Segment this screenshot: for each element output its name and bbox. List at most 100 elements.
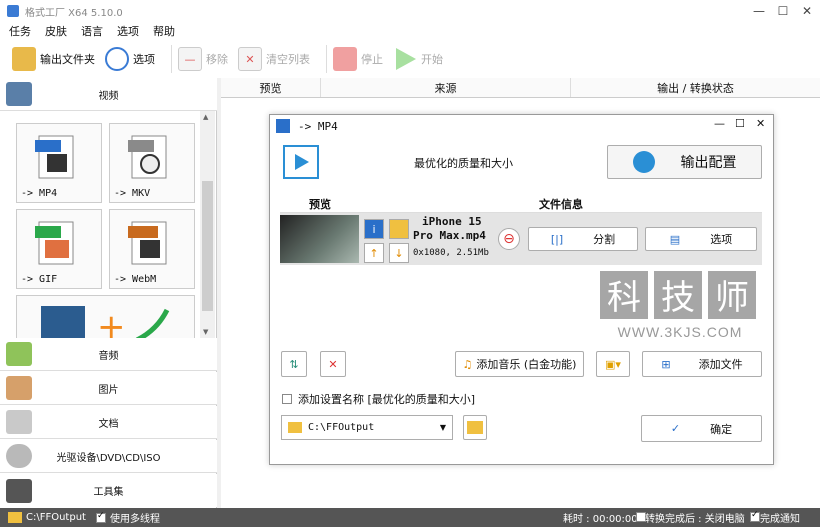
format-scrollbar[interactable]: ▲ ▼ — [200, 111, 215, 338]
fileinfo-header: 文件信息 — [539, 197, 583, 211]
sort-icon: ⇅ — [289, 357, 299, 371]
column-preview[interactable]: 预览 — [221, 78, 321, 97]
remove-button[interactable]: — 移除 — [178, 44, 228, 74]
folder-status-icon — [8, 512, 22, 523]
add-setting-name-checkbox[interactable]: 添加设置名称 [最优化的质量和大小] — [282, 391, 475, 407]
toolbar: 输出文件夹 选项 — 移除 ✕ 清空列表 停止 开始 — [0, 40, 820, 78]
file-meta: 0x1080, 2.51Mb — [413, 248, 489, 258]
multithread-label: 使用多线程 — [109, 514, 160, 525]
file-options-button[interactable]: ▤ 选项 — [645, 227, 757, 251]
after-done-label: 转换完成后 : 关闭电脑 — [645, 514, 745, 525]
folder-small-icon — [288, 422, 302, 433]
options-small-icon: ▤ — [669, 232, 681, 246]
dialog-titlebar: -> MP4 — ☐ ✕ — [270, 115, 773, 137]
sort-button[interactable]: ⇅ — [281, 351, 307, 377]
multithread-checkbox[interactable] — [95, 511, 106, 523]
start-button[interactable]: 开始 — [393, 44, 443, 74]
dialog-title: -> MP4 — [298, 119, 338, 133]
file-name-line2: Pro Max.mp4 — [413, 229, 486, 242]
window-title: 格式工厂 X64 5.10.0 — [25, 7, 123, 19]
media-combo-icon: + — [41, 306, 170, 338]
watermark-char: 师 — [715, 278, 749, 318]
split-icon: [|] — [550, 232, 564, 246]
column-source[interactable]: 来源 — [321, 78, 571, 97]
info-icon[interactable]: i — [364, 219, 384, 239]
options-icon — [105, 47, 129, 71]
category-optical[interactable]: 光驱设备\DVD\CD\ISO — [0, 440, 217, 473]
status-path[interactable]: C:\FFOutput — [26, 512, 86, 523]
dialog-maximize-button[interactable]: ☐ — [735, 117, 745, 130]
output-path-select[interactable]: C:\FFOutput ▼ — [281, 415, 453, 440]
close-button[interactable]: ✕ — [794, 0, 820, 22]
chevron-down-icon: ▼ — [439, 423, 446, 432]
menu-options[interactable]: 选项 — [117, 23, 139, 39]
menu-language[interactable]: 语言 — [81, 23, 103, 39]
add-folder-icon: ▣▾ — [605, 357, 621, 371]
watermark-char: 技 — [661, 278, 695, 318]
options-button[interactable]: 选项 — [105, 44, 155, 74]
move-down-icon[interactable]: ↓ — [389, 243, 409, 263]
app-icon — [7, 5, 19, 17]
scroll-down-icon[interactable]: ▼ — [203, 328, 208, 336]
checkbox-unchecked[interactable] — [282, 394, 292, 404]
notify-checkbox[interactable] — [750, 510, 760, 522]
format-gif[interactable]: -> GIF — [16, 209, 102, 289]
minimize-button[interactable]: — — [746, 0, 772, 22]
dialog-minimize-button[interactable]: — — [714, 117, 725, 130]
quality-label: 最优化的质量和大小 — [414, 157, 513, 170]
scroll-up-icon[interactable]: ▲ — [203, 113, 208, 121]
add-music-button[interactable]: ♫ 添加音乐 (白金功能) — [455, 351, 584, 377]
file-table-header: 预览 文件信息 — [280, 195, 762, 213]
task-list-header: 预览 来源 输出 / 转换状态 — [221, 78, 820, 98]
clear-icon: ✕ — [238, 47, 262, 71]
add-file-icon: ⊞ — [661, 357, 671, 371]
notify-label: 完成通知 — [760, 514, 800, 525]
watermark-url: WWW.3KJS.COM — [618, 324, 743, 340]
remove-icon: — — [178, 47, 202, 71]
column-output-status[interactable]: 输出 / 转换状态 — [571, 78, 820, 97]
add-file-button[interactable]: ⊞ 添加文件 — [642, 351, 762, 377]
maximize-button[interactable]: ☐ — [770, 0, 796, 22]
status-bar: C:\FFOutput 使用多线程 耗时 : 00:00:00 转换完成后 : … — [0, 508, 820, 527]
format-mp4[interactable]: -> MP4 — [16, 123, 102, 203]
format-webm[interactable]: -> WebM — [109, 209, 195, 289]
format-more[interactable]: + — [16, 295, 195, 338]
clear-list-button[interactable]: ✕ 清空列表 — [238, 44, 310, 74]
watermark-char: 科 — [607, 278, 641, 318]
output-folder-button[interactable]: 输出文件夹 — [12, 44, 95, 74]
browse-folder-button[interactable] — [463, 415, 487, 440]
category-image[interactable]: 图片 — [0, 372, 217, 405]
category-tools[interactable]: 工具集 — [0, 474, 217, 507]
gear-icon — [632, 151, 655, 173]
file-row[interactable]: i ↑ ↓ iPhone 15 Pro Max.mp4 0x1080, 2.51… — [280, 213, 762, 265]
webm-file-icon — [128, 221, 167, 265]
remove-file-icon[interactable]: ⊖ — [498, 228, 520, 250]
add-folder-button[interactable]: ▣▾ — [596, 351, 630, 377]
split-button[interactable]: [|] 分割 — [528, 227, 638, 251]
ok-button[interactable]: ✓ 确定 — [641, 415, 762, 442]
menu-skin[interactable]: 皮肤 — [45, 23, 67, 39]
menu-task[interactable]: 任务 — [9, 23, 31, 39]
folder-icon — [12, 47, 36, 71]
open-folder-icon[interactable] — [389, 219, 409, 239]
title-bar: 格式工厂 X64 5.10.0 — ☐ ✕ — [0, 0, 820, 22]
format-mkv[interactable]: -> MKV — [109, 123, 195, 203]
delete-file-icon: ✕ — [328, 357, 338, 371]
svg-text:+: + — [97, 307, 126, 338]
menu-help[interactable]: 帮助 — [153, 23, 175, 39]
category-video[interactable]: 视频 — [0, 78, 217, 111]
mp4-small-icon — [276, 119, 290, 133]
file-name-line1: iPhone 15 — [422, 215, 482, 228]
scrollbar-thumb[interactable] — [202, 181, 213, 311]
menu-bar: 任务 皮肤 语言 选项 帮助 — [0, 22, 820, 40]
category-document[interactable]: 文档 — [0, 406, 217, 439]
output-config-button[interactable]: 输出配置 — [607, 145, 762, 179]
preview-header: 预览 — [309, 197, 331, 211]
dialog-close-button[interactable]: ✕ — [756, 117, 765, 130]
gif-file-icon — [35, 221, 74, 265]
stop-button[interactable]: 停止 — [333, 44, 383, 74]
clear-files-button[interactable]: ✕ — [320, 351, 346, 377]
move-up-icon[interactable]: ↑ — [364, 243, 384, 263]
convert-dialog: -> MP4 — ☐ ✕ 最优化的质量和大小 输出配置 预览 文件信息 i ↑ … — [269, 114, 774, 465]
category-audio[interactable]: 音频 — [0, 338, 217, 371]
